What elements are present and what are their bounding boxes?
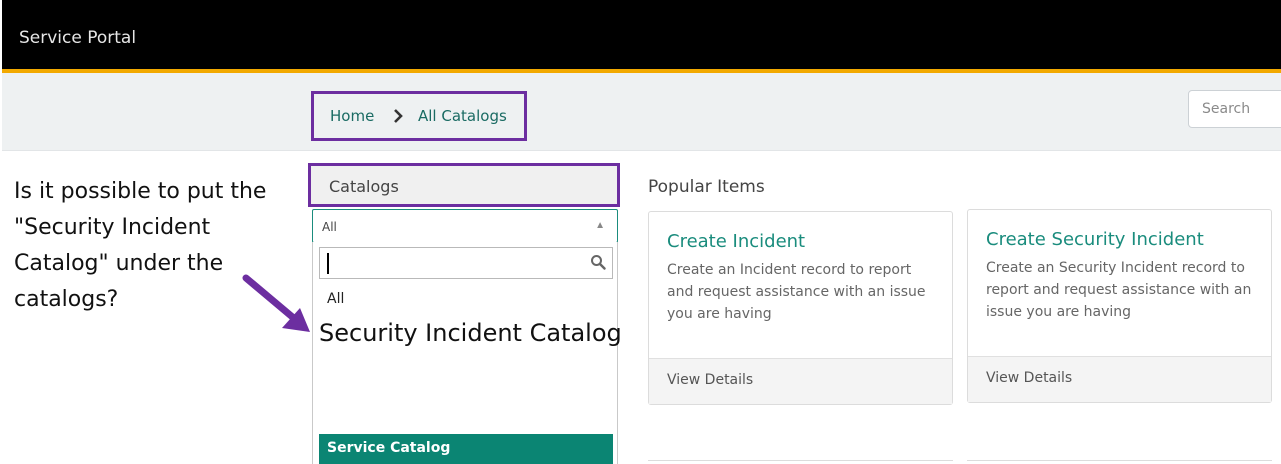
catalog-select-value: All	[322, 220, 337, 234]
catalog-dropdown: All Security Incident Catalog Service Ca…	[312, 242, 622, 464]
card-description: Create an Security Incident record to re…	[986, 260, 1252, 320]
popular-items-title: Popular Items	[648, 177, 765, 197]
caret-up-icon[interactable]: ▲	[595, 220, 605, 231]
breadcrumb: Home All Catalogs	[311, 91, 527, 141]
dropdown-option-all[interactable]: All	[327, 291, 344, 307]
chevron-right-icon	[394, 109, 403, 123]
dropdown-search-input[interactable]	[320, 248, 612, 278]
text-cursor	[327, 253, 329, 274]
dropdown-option-service-catalog[interactable]: Service Catalog	[319, 434, 613, 464]
card-footer: View Details	[649, 358, 952, 404]
next-card-edge	[648, 460, 953, 464]
catalog-select[interactable]: All ▲	[312, 209, 618, 243]
catalogs-panel-heading: Catalogs	[308, 163, 620, 207]
top-navbar: Service Portal	[2, 0, 1281, 69]
catalogs-heading-label: Catalogs	[329, 177, 399, 196]
view-details-link[interactable]: View Details	[986, 370, 1072, 386]
magnifier-icon	[591, 255, 606, 270]
card-title-link[interactable]: Create Security Incident	[986, 229, 1204, 250]
next-card-edge	[967, 460, 1272, 464]
brand-title[interactable]: Service Portal	[19, 28, 136, 48]
popular-item-card[interactable]: Create Security Incident Create an Secur…	[967, 209, 1272, 403]
card-description: Create an Incident record to report and …	[667, 262, 926, 322]
view-details-link[interactable]: View Details	[667, 372, 753, 388]
dropdown-search	[319, 247, 613, 279]
popular-item-card[interactable]: Create Incident Create an Incident recor…	[648, 211, 953, 405]
dropdown-option-security-incident[interactable]: Security Incident Catalog	[319, 319, 622, 347]
subheader-bar	[2, 73, 1281, 151]
search-input[interactable]	[1189, 91, 1281, 127]
card-footer: View Details	[968, 356, 1271, 402]
breadcrumb-all-catalogs-link[interactable]: All Catalogs	[418, 107, 507, 125]
search-box	[1188, 90, 1281, 128]
breadcrumb-home-link[interactable]: Home	[330, 107, 374, 125]
arrow-icon	[242, 274, 310, 332]
card-title-link[interactable]: Create Incident	[667, 231, 805, 252]
